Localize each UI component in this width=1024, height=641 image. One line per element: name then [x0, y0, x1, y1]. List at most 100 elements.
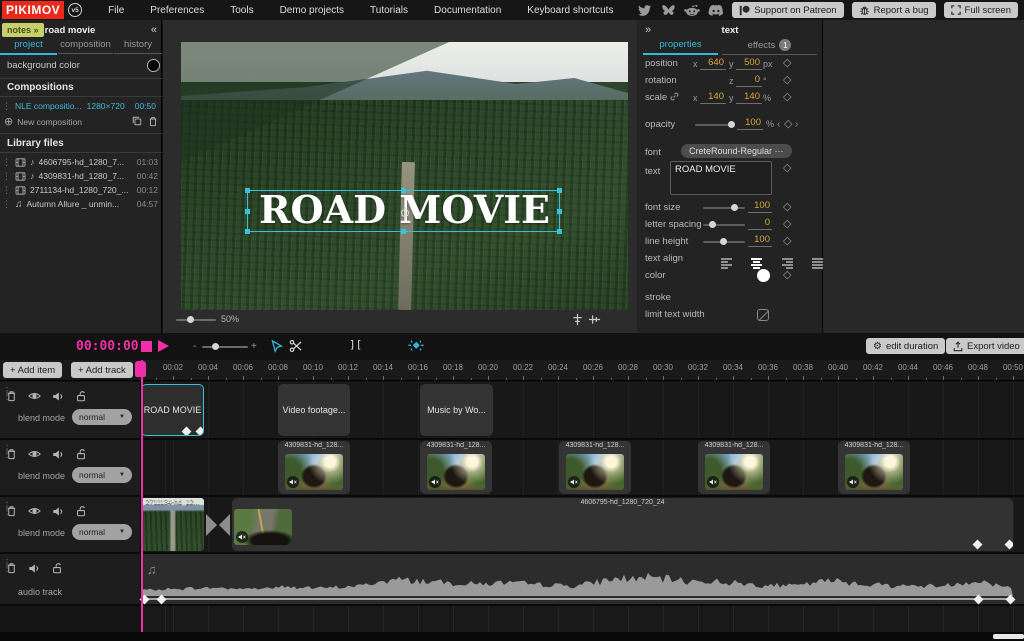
support-patreon-button[interactable]: Support on Patreon [732, 2, 843, 18]
position-x-input[interactable]: 640 [700, 57, 726, 70]
speaker-icon[interactable] [52, 391, 64, 402]
link-icon[interactable] [670, 92, 679, 101]
selection-handle[interactable] [245, 209, 250, 214]
font-size-keyframe-icon[interactable]: ◇ [783, 202, 791, 212]
visibility-eye-icon[interactable] [28, 449, 41, 459]
position-y-input[interactable]: 500 [736, 57, 762, 70]
align-justify-icon[interactable] [812, 258, 823, 268]
blend-mode-select[interactable]: normal▼ [72, 524, 132, 540]
preview-zoom-slider-thumb[interactable] [187, 316, 194, 323]
lock-open-icon[interactable] [75, 390, 87, 402]
library-file-row[interactable]: ⋮ ♪ 4606795-hd_1280_7... 01:03 [0, 155, 162, 169]
text-selection-box[interactable]: ROAD MOVIE [247, 190, 560, 232]
align-vertical-center-icon[interactable] [588, 313, 601, 326]
tab-history[interactable]: history [114, 39, 162, 54]
keyframe-diamond[interactable] [1005, 540, 1013, 550]
duplicate-icon[interactable] [132, 116, 142, 127]
rotation-keyframe-icon[interactable]: ◇ [783, 75, 791, 85]
menu-tutorials[interactable]: Tutorials [370, 5, 408, 16]
opacity-slider-thumb[interactable] [728, 121, 735, 128]
collapse-panel-icon[interactable]: « [151, 24, 157, 36]
trash-icon[interactable] [148, 116, 158, 127]
visibility-eye-icon[interactable] [28, 391, 41, 401]
scale-y-input[interactable]: 140 [736, 91, 762, 104]
clip-transition[interactable] [204, 498, 232, 551]
drag-handle-icon[interactable]: ⋮ [2, 102, 11, 111]
scale-keyframe-icon[interactable]: ◇ [783, 92, 791, 102]
clip-text-video-footage[interactable]: Video footage... [278, 384, 350, 436]
discord-icon[interactable] [708, 3, 724, 17]
keyframe-diamond[interactable] [1006, 595, 1016, 605]
text-input[interactable]: ROAD MOVIE [670, 161, 772, 195]
clip-video-2711134[interactable]: 2711134-hd_12... [141, 498, 204, 551]
lock-open-icon[interactable] [75, 448, 87, 460]
selection-handle[interactable] [401, 188, 406, 193]
letter-spacing-slider-thumb[interactable] [709, 221, 716, 228]
drag-handle-icon[interactable]: ⋮ [2, 200, 11, 209]
blend-mode-select[interactable]: normal▼ [72, 409, 132, 425]
selection-handle[interactable] [245, 229, 250, 234]
menu-keyboard-shortcuts[interactable]: Keyboard shortcuts [527, 5, 613, 16]
clip-text-music-by[interactable]: Music by Wo... [420, 384, 493, 436]
snap-keyframe-tool-icon[interactable] [408, 339, 424, 353]
lock-open-icon[interactable] [75, 505, 87, 517]
tab-composition[interactable]: composition [58, 39, 113, 54]
clip-video-4309831[interactable]: 4309831-hd_128... [559, 441, 631, 494]
align-right-icon[interactable] [782, 258, 793, 268]
timeline-ruler[interactable]: 00:0200:0400:0600:0800:1000:1200:1400:16… [0, 360, 1024, 381]
selection-handle[interactable] [401, 229, 406, 234]
next-keyframe-icon[interactable]: › [795, 119, 798, 130]
font-size-input[interactable]: 100 [748, 200, 772, 213]
new-composition-row[interactable]: ⊕ New composition [0, 114, 162, 129]
playhead-line[interactable] [141, 360, 143, 632]
tab-properties[interactable]: properties [643, 39, 718, 55]
menu-file[interactable]: File [108, 5, 124, 16]
video-preview-frame[interactable]: ROAD MOVIE [181, 42, 628, 310]
blend-mode-select[interactable]: normal▼ [72, 467, 132, 483]
clip-video-4606795[interactable]: 4606795-hd_1280_720_24 [232, 498, 1013, 551]
line-height-input[interactable]: 100 [748, 234, 772, 247]
app-logo[interactable]: PIKIMOV [2, 1, 64, 19]
reddit-icon[interactable] [684, 3, 700, 17]
zoom-out-icon[interactable]: - [193, 341, 196, 352]
background-color-swatch[interactable] [147, 59, 160, 72]
align-left-icon[interactable] [721, 258, 732, 268]
keyframe-diamond[interactable] [182, 427, 192, 436]
opacity-input[interactable]: 100 [737, 117, 763, 130]
anchor-point[interactable] [401, 209, 409, 217]
trim-tool-icon[interactable]: ][ [349, 338, 362, 351]
drag-handle-icon[interactable]: ⋮ [2, 172, 11, 181]
trash-icon[interactable] [6, 390, 17, 402]
library-file-row[interactable]: ⋮ ♫ Autumn Allure _ unmin... 04:57 [0, 197, 162, 211]
twitter-icon[interactable] [636, 3, 652, 17]
selection-handle[interactable] [557, 209, 562, 214]
keyframe-diamond[interactable] [973, 540, 983, 550]
timeline-zoom-slider-thumb[interactable] [212, 343, 219, 350]
trash-icon[interactable] [6, 448, 17, 460]
composition-row[interactable]: ⋮ NLE compositio... 1280×720 00:50 [0, 99, 162, 113]
library-file-row[interactable]: ⋮ ♪ 4309831-hd_1280_7... 00:42 [0, 169, 162, 183]
selection-handle[interactable] [557, 229, 562, 234]
speaker-icon[interactable] [52, 506, 64, 517]
clip-video-4309831[interactable]: 4309831-hd_128... [420, 441, 492, 494]
add-item-button[interactable]: + Add item [3, 362, 62, 378]
align-horizontal-center-icon[interactable] [571, 313, 584, 326]
scissors-tool-icon[interactable] [289, 339, 303, 353]
menu-documentation[interactable]: Documentation [434, 5, 501, 16]
play-button[interactable] [158, 340, 169, 352]
fullscreen-button[interactable]: Full screen [944, 2, 1018, 18]
tab-project[interactable]: project [0, 39, 57, 55]
keyframe-diamond[interactable] [196, 427, 204, 436]
clip-video-4309831[interactable]: 4309831-hd_128... [838, 441, 910, 494]
stop-button[interactable] [141, 341, 152, 352]
selection-handle[interactable] [245, 188, 250, 193]
export-video-button[interactable]: Export video [946, 338, 1024, 354]
menu-tools[interactable]: Tools [230, 5, 253, 16]
menu-demo-projects[interactable]: Demo projects [280, 5, 344, 16]
trash-icon[interactable] [6, 505, 17, 517]
speaker-icon[interactable] [28, 563, 40, 574]
align-center-icon[interactable] [751, 258, 762, 268]
line-height-keyframe-icon[interactable]: ◇ [783, 236, 791, 246]
font-size-slider-thumb[interactable] [731, 204, 738, 211]
bluesky-icon[interactable] [660, 3, 676, 17]
